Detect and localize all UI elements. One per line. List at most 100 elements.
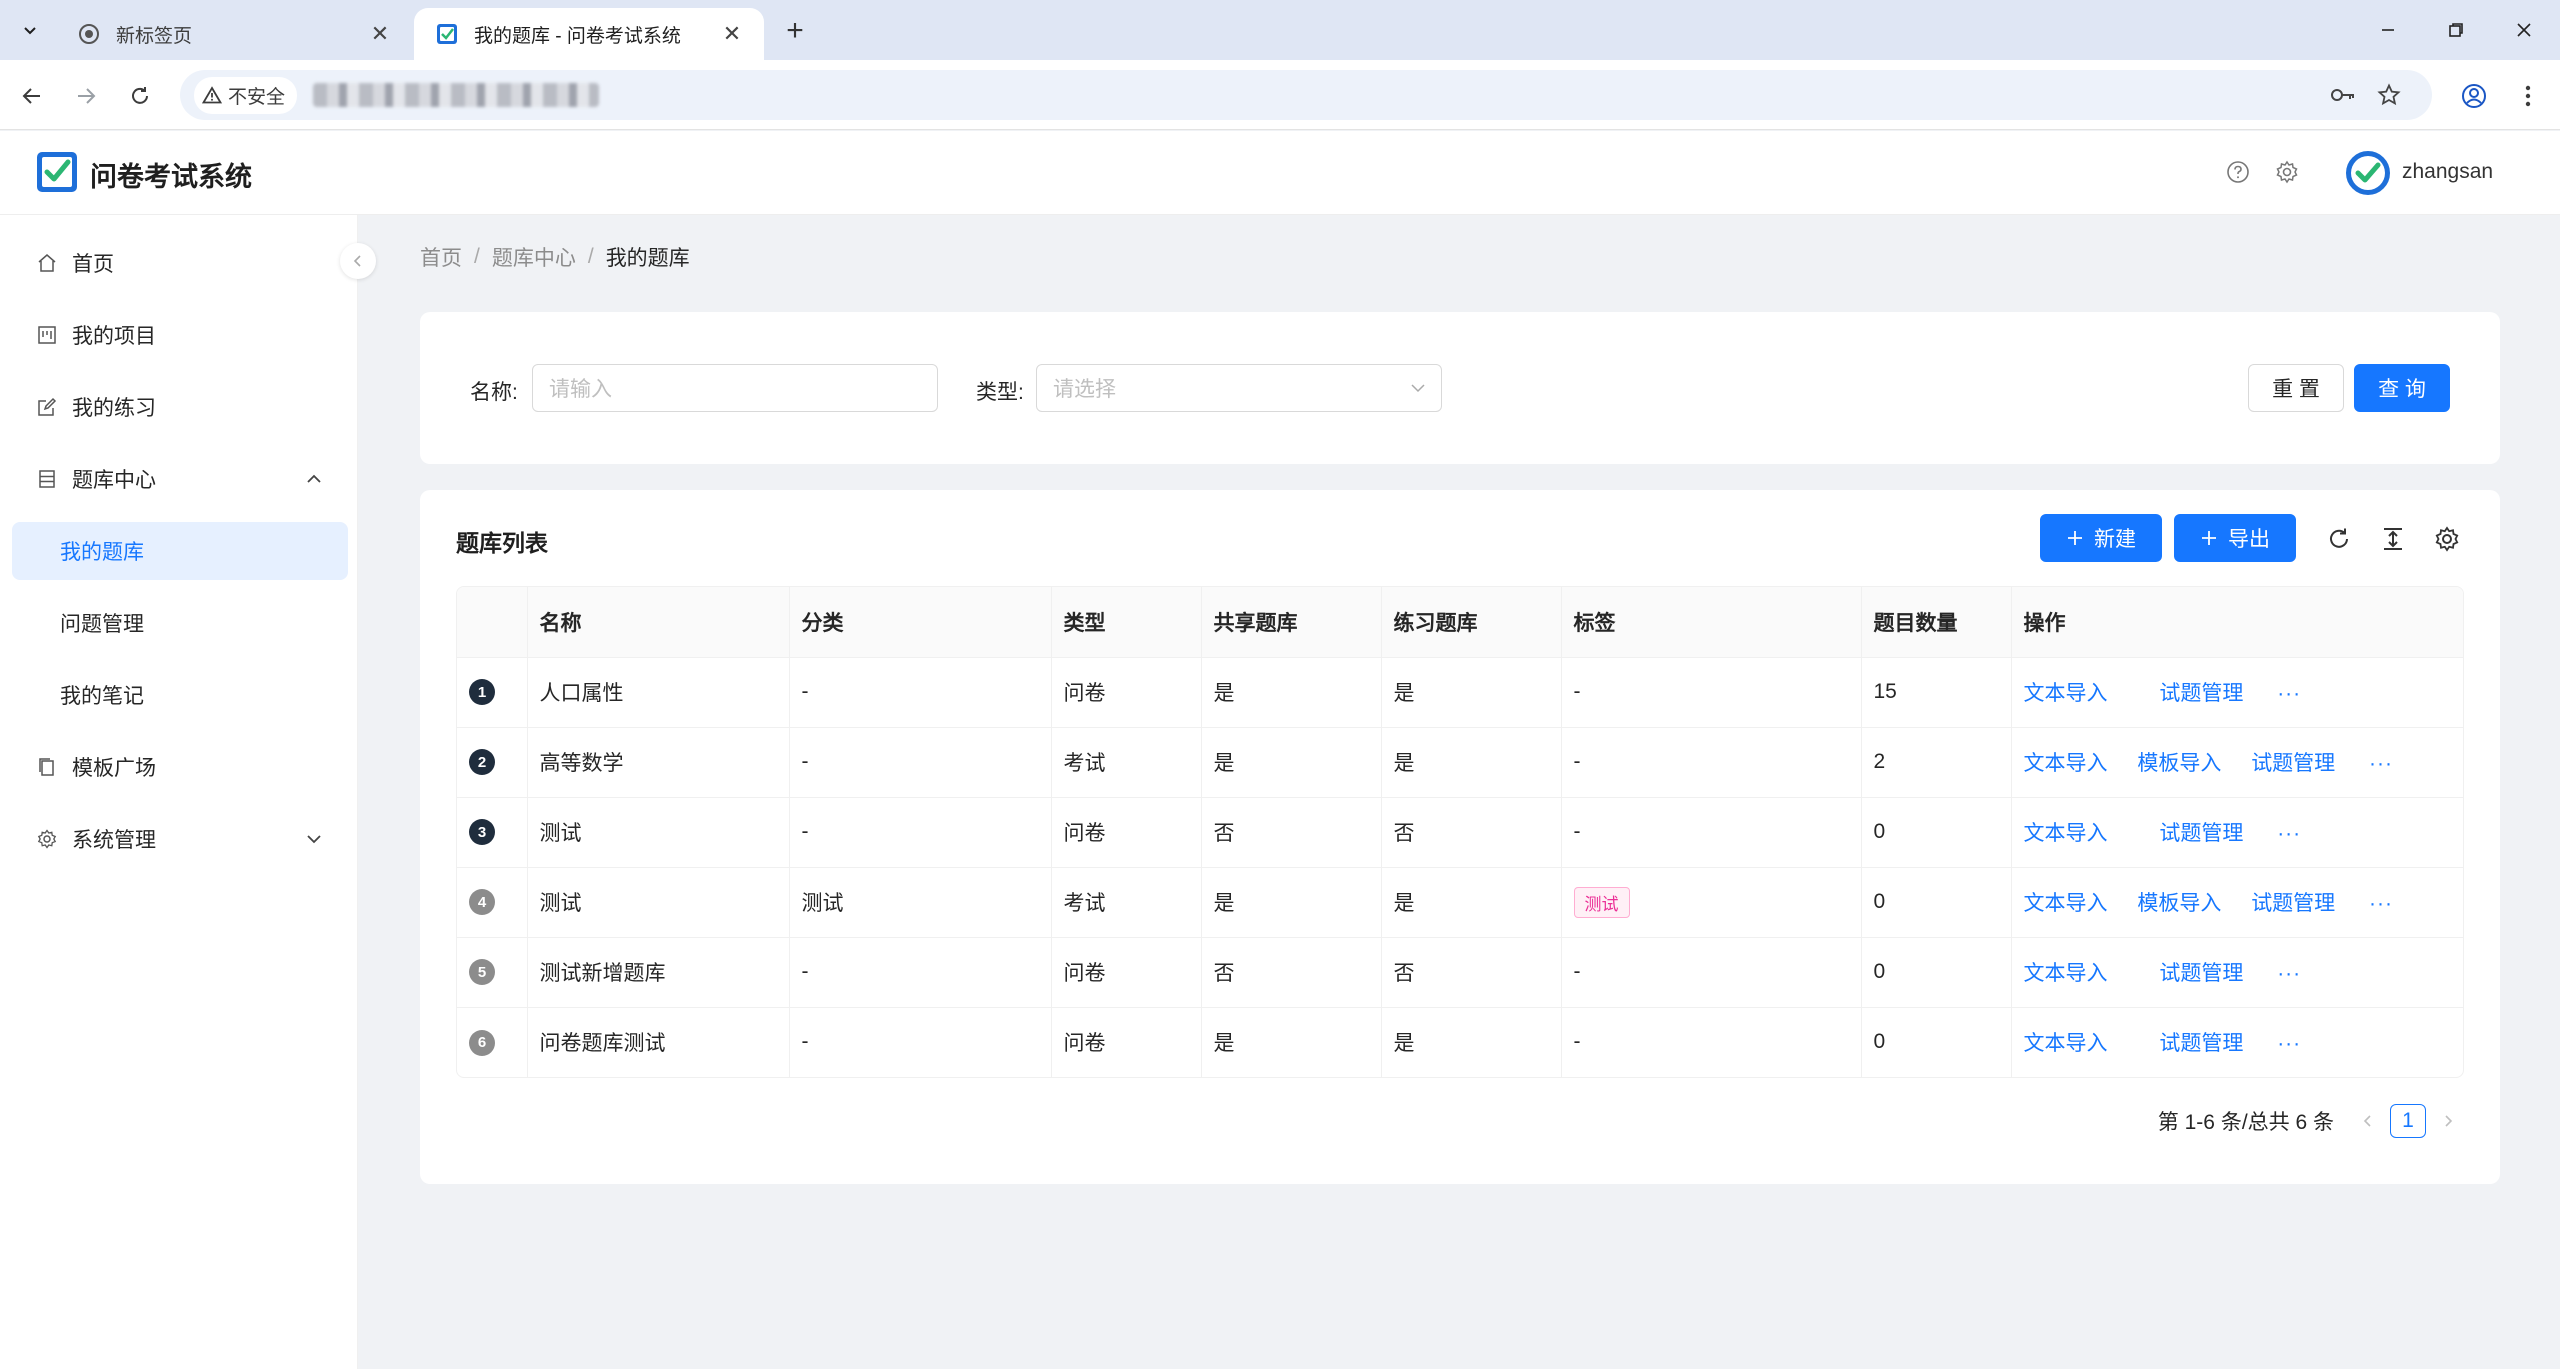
tab-search-button[interactable] bbox=[14, 14, 46, 46]
text-import-link[interactable]: 文本导入 bbox=[2024, 752, 2108, 775]
table-row: 4 测试 测试 考试 是 是 测试 0 文本导入 模板导入 试题管理 ··· bbox=[457, 867, 2463, 938]
sidebar-item-projects[interactable]: 我的项目 bbox=[12, 306, 348, 364]
app-title[interactable]: 问卷考试系统 bbox=[90, 155, 252, 194]
table-settings-icon[interactable] bbox=[2430, 522, 2464, 556]
type-select[interactable]: 请选择 bbox=[1036, 364, 1442, 412]
breadcrumb-question-bank-center[interactable]: 题库中心 bbox=[492, 242, 576, 272]
sidebar-item-system-management[interactable]: 系统管理 bbox=[12, 810, 348, 868]
column-header-practice[interactable]: 练习题库 bbox=[1381, 587, 1562, 658]
question-management-link[interactable]: 试题管理 bbox=[2251, 752, 2335, 775]
column-header-shared[interactable]: 共享题库 bbox=[1201, 587, 1382, 658]
template-import-link[interactable]: 模板导入 bbox=[2137, 892, 2221, 915]
sidebar-item-practice[interactable]: 我的练习 bbox=[12, 378, 348, 436]
breadcrumb-separator: / bbox=[474, 245, 480, 268]
new-button-label: 新建 bbox=[2094, 528, 2136, 551]
shared-cell: 否 bbox=[1201, 937, 1382, 1008]
close-icon[interactable]: ✕ bbox=[720, 21, 744, 46]
query-button[interactable]: 查 询 bbox=[2354, 364, 2450, 412]
settings-icon[interactable] bbox=[2272, 157, 2302, 187]
reload-icon[interactable] bbox=[2322, 522, 2356, 556]
more-actions-icon[interactable]: ··· bbox=[2369, 892, 2393, 915]
column-header-category[interactable]: 分类 bbox=[789, 587, 1052, 658]
browser-tab-active[interactable]: 我的题库 - 问卷考试系统 ✕ bbox=[414, 8, 764, 60]
reload-button[interactable] bbox=[122, 78, 158, 114]
column-header-count[interactable]: 题目数量 bbox=[1861, 587, 2012, 658]
security-indicator[interactable]: 不安全 bbox=[194, 76, 298, 114]
sidebar-item-label: 模板广场 bbox=[72, 757, 156, 780]
table-row: 3 测试 - 问卷 否 否 - 0 文本导入 试题管理 ··· bbox=[457, 797, 2463, 868]
reset-button[interactable]: 重 置 bbox=[2248, 364, 2344, 412]
chevron-up-icon bbox=[307, 474, 321, 483]
back-button[interactable] bbox=[14, 78, 50, 114]
browser-menu-button[interactable] bbox=[2510, 78, 2546, 114]
sidebar-item-home[interactable]: 首页 bbox=[12, 234, 348, 292]
close-icon[interactable]: ✕ bbox=[368, 21, 392, 46]
app-logo-icon[interactable] bbox=[36, 151, 78, 193]
name-input[interactable]: 请输入 bbox=[532, 364, 938, 412]
profile-button[interactable] bbox=[2456, 78, 2492, 114]
more-actions-icon[interactable]: ··· bbox=[2277, 682, 2301, 705]
arrow-left-icon bbox=[22, 88, 40, 104]
sidebar-item-my-notes[interactable]: 我的笔记 bbox=[12, 666, 348, 724]
sidebar-item-label: 问题管理 bbox=[60, 613, 144, 636]
question-management-link[interactable]: 试题管理 bbox=[2159, 822, 2243, 845]
sidebar-item-label: 我的题库 bbox=[60, 541, 144, 564]
more-actions-icon[interactable]: ··· bbox=[2369, 752, 2393, 775]
column-header-name[interactable]: 名称 bbox=[527, 587, 790, 658]
key-icon[interactable] bbox=[2330, 82, 2356, 108]
sidebar-item-question-management[interactable]: 问题管理 bbox=[12, 594, 348, 652]
text-import-link[interactable]: 文本导入 bbox=[2024, 1032, 2108, 1055]
table-row: 5 测试新增题库 - 问卷 否 否 - 0 文本导入 试题管理 ··· bbox=[457, 937, 2463, 1008]
edit-icon bbox=[36, 396, 58, 418]
sidebar-item-my-question-bank[interactable]: 我的题库 bbox=[12, 522, 348, 580]
breadcrumb-separator: / bbox=[587, 245, 594, 268]
sidebar-collapse-button[interactable] bbox=[340, 243, 376, 279]
sidebar-item-question-bank-center[interactable]: 题库中心 bbox=[12, 450, 348, 508]
export-button[interactable]: 导出 bbox=[2174, 514, 2296, 562]
question-management-link[interactable]: 试题管理 bbox=[2159, 1032, 2243, 1055]
sidebar-item-template-plaza[interactable]: 模板广场 bbox=[12, 738, 348, 796]
more-actions-icon[interactable]: ··· bbox=[2277, 1032, 2301, 1055]
actions-cell: 文本导入 试题管理 ··· bbox=[2011, 657, 2463, 728]
table-row: 6 问卷题库测试 - 问卷 是 是 - 0 文本导入 试题管理 ··· bbox=[457, 1007, 2463, 1077]
more-actions-icon[interactable]: ··· bbox=[2277, 962, 2301, 985]
avatar[interactable] bbox=[2346, 151, 2390, 195]
restore-button[interactable] bbox=[2428, 10, 2484, 50]
url-field[interactable]: 不安全 bbox=[180, 70, 2432, 120]
shared-cell: 是 bbox=[1201, 657, 1382, 728]
prev-page-button[interactable] bbox=[2352, 1105, 2384, 1137]
breadcrumb-home[interactable]: 首页 bbox=[420, 242, 462, 272]
text-import-link[interactable]: 文本导入 bbox=[2024, 682, 2108, 705]
template-import-link[interactable]: 模板导入 bbox=[2137, 752, 2221, 775]
user-avatar-icon bbox=[2351, 156, 2385, 190]
column-height-icon[interactable] bbox=[2376, 522, 2410, 556]
forward-button[interactable] bbox=[68, 78, 104, 114]
column-header-tag[interactable]: 标签 bbox=[1561, 587, 1862, 658]
help-icon[interactable] bbox=[2223, 157, 2253, 187]
new-button[interactable]: 新建 bbox=[2040, 514, 2162, 562]
username[interactable]: zhangsan bbox=[2402, 160, 2493, 184]
window-close-button[interactable] bbox=[2496, 10, 2552, 50]
tag-cell: - bbox=[1561, 727, 1862, 798]
tag-badge: 测试 bbox=[1573, 886, 1630, 918]
row-index-badge: 4 bbox=[469, 889, 495, 916]
next-page-button[interactable] bbox=[2432, 1105, 2464, 1137]
security-label: 不安全 bbox=[228, 86, 286, 108]
row-index-badge: 1 bbox=[469, 679, 495, 706]
breadcrumb-current: 我的题库 bbox=[605, 247, 690, 270]
new-tab-button[interactable]: + bbox=[778, 14, 812, 48]
star-icon[interactable] bbox=[2376, 82, 2402, 108]
text-import-link[interactable]: 文本导入 bbox=[2024, 962, 2108, 985]
minimize-button[interactable] bbox=[2360, 10, 2416, 50]
count-cell: 0 bbox=[1861, 937, 2012, 1008]
text-import-link[interactable]: 文本导入 bbox=[2024, 822, 2108, 845]
browser-tab-newtab[interactable]: 新标签页 ✕ bbox=[56, 8, 412, 60]
more-actions-icon[interactable]: ··· bbox=[2277, 822, 2301, 845]
question-management-link[interactable]: 试题管理 bbox=[2159, 962, 2243, 985]
question-management-link[interactable]: 试题管理 bbox=[2251, 892, 2335, 915]
page-number-button[interactable]: 1 bbox=[2390, 1104, 2426, 1138]
question-management-link[interactable]: 试题管理 bbox=[2159, 682, 2243, 705]
chevron-left-icon bbox=[353, 255, 361, 267]
column-header-type[interactable]: 类型 bbox=[1051, 587, 1202, 658]
text-import-link[interactable]: 文本导入 bbox=[2024, 892, 2108, 915]
